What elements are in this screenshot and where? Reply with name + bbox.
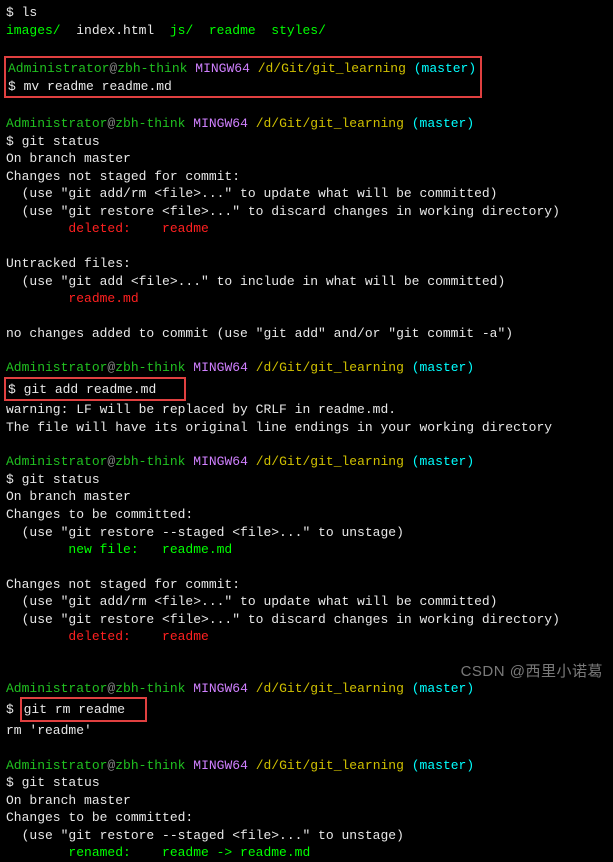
cmd-ls: ls	[22, 5, 38, 20]
status-hint: (use "git restore <file>..." to discard …	[6, 611, 607, 629]
ls-output: images/ index.html js/ readme styles/	[6, 22, 607, 40]
status-hint: (use "git add/rm <file>..." to update wh…	[6, 593, 607, 611]
warning-text: The file will have its original line end…	[6, 419, 607, 437]
status-deleted: deleted: readme	[6, 628, 607, 646]
status-branch: On branch master	[6, 488, 607, 506]
cmd-rm: git rm readme	[24, 702, 125, 717]
status-untracked: Untracked files:	[6, 255, 607, 273]
file-readme: readme	[209, 23, 256, 38]
status-to-commit: Changes to be committed:	[6, 809, 607, 827]
status-new-file: new file: readme.md	[6, 541, 607, 559]
status-not-staged: Changes not staged for commit:	[6, 576, 607, 594]
status-branch: On branch master	[6, 150, 607, 168]
status-hint: (use "git restore --staged <file>..." to…	[6, 524, 607, 542]
prompt-full: Administrator@zbh-think MINGW64 /d/Git/g…	[8, 60, 476, 78]
prompt-full: Administrator@zbh-think MINGW64 /d/Git/g…	[6, 757, 607, 775]
cmd-status: git status	[22, 775, 100, 790]
status-hint: (use "git add/rm <file>..." to update wh…	[6, 185, 607, 203]
watermark: CSDN @西里小诺葛	[461, 662, 603, 682]
warning-text: warning: LF will be replaced by CRLF in …	[6, 401, 607, 419]
prompt-full: Administrator@zbh-think MINGW64 /d/Git/g…	[6, 680, 607, 698]
rm-output: rm 'readme'	[6, 722, 607, 740]
prompt-dollar: $	[6, 5, 14, 20]
prompt-line: $ ls	[6, 4, 607, 22]
prompt-full: Administrator@zbh-think MINGW64 /d/Git/g…	[6, 115, 607, 133]
status-renamed: renamed: readme -> readme.md	[6, 844, 607, 862]
status-not-staged: Changes not staged for commit:	[6, 168, 607, 186]
prompt-full: Administrator@zbh-think MINGW64 /d/Git/g…	[6, 453, 607, 471]
highlight-box-rm: git rm readme	[20, 697, 147, 722]
status-hint: (use "git restore --staged <file>..." to…	[6, 827, 607, 845]
cmd-add: git add readme.md	[24, 382, 157, 397]
highlight-box-mv: Administrator@zbh-think MINGW64 /d/Git/g…	[4, 56, 482, 98]
status-deleted: deleted: readme	[6, 220, 607, 238]
status-hint: (use "git add <file>..." to include in w…	[6, 273, 607, 291]
dir-js: js/	[170, 23, 193, 38]
status-file: readme.md	[6, 290, 607, 308]
status-no-changes: no changes added to commit (use "git add…	[6, 325, 607, 343]
cmd-mv: mv readme readme.md	[24, 79, 172, 94]
prompt-full: Administrator@zbh-think MINGW64 /d/Git/g…	[6, 359, 607, 377]
status-branch: On branch master	[6, 792, 607, 810]
cmd-status: git status	[22, 134, 100, 149]
cmd-status: git status	[22, 472, 100, 487]
status-to-commit: Changes to be committed:	[6, 506, 607, 524]
status-hint: (use "git restore <file>..." to discard …	[6, 203, 607, 221]
highlight-box-add: $ git add readme.md	[4, 377, 186, 402]
terminal-window[interactable]: { "prompt": { "user": "Administrator", "…	[0, 0, 613, 688]
file-index: index.html	[76, 23, 154, 38]
dir-styles: styles/	[271, 23, 326, 38]
dir-images: images/	[6, 23, 61, 38]
